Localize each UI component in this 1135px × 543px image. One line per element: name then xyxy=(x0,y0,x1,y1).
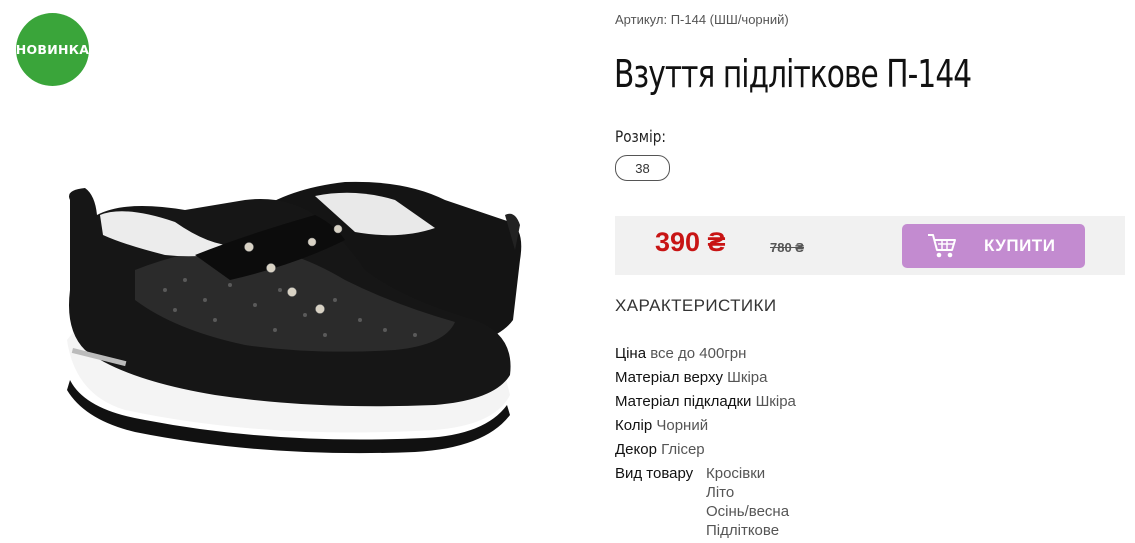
shoe-image xyxy=(67,181,522,454)
product-image[interactable] xyxy=(15,0,585,488)
spec-value: Чорний xyxy=(656,417,709,434)
product-title: Взуття підліткове П-144 xyxy=(614,52,972,96)
spec-value-list: Кросівки Літо Осінь/весна Підліткове xyxy=(706,462,789,540)
spec-row: Декор Глісер xyxy=(615,438,796,462)
buy-button-label: КУПИТИ xyxy=(984,236,1056,255)
spec-key: Колір xyxy=(615,417,653,434)
size-option-38[interactable]: 38 xyxy=(615,155,670,181)
price-bar: 390 ₴ 780 ₴ КУПИТИ xyxy=(615,216,1125,275)
spec-row: Матеріал верху Шкіра xyxy=(615,366,796,390)
spec-row: Колір Чорний xyxy=(615,414,796,438)
specs-list: Ціна все до 400грн Матеріал верху Шкіра … xyxy=(615,342,796,539)
new-badge: НОВИНКА xyxy=(16,13,89,86)
spec-value: Підліткове xyxy=(706,522,780,539)
spec-value: Шкіра xyxy=(727,369,768,386)
current-price: 390 ₴ xyxy=(655,227,726,257)
product-sku: Артикул: П-144 (ШШ/чорний) xyxy=(615,12,789,27)
spec-key: Вид товару xyxy=(615,465,694,482)
spec-value: Глісер xyxy=(661,441,705,458)
size-label: Розмір: xyxy=(615,127,667,146)
spec-row: Матеріал підкладки Шкіра xyxy=(615,390,796,414)
old-price: 780 ₴ xyxy=(770,240,804,255)
spec-key: Матеріал верху xyxy=(615,369,723,386)
spec-value: Шкіра xyxy=(755,393,796,410)
spec-value: Кросівки xyxy=(706,465,766,482)
spec-key: Ціна xyxy=(615,345,647,362)
shopping-cart-icon xyxy=(928,234,956,258)
spec-key: Декор xyxy=(615,441,657,458)
spec-value: Осінь/весна xyxy=(706,503,790,520)
spec-key: Матеріал підкладки xyxy=(615,393,752,410)
specs-heading: ХАРАКТЕРИСТИКИ xyxy=(615,296,777,315)
buy-button[interactable]: КУПИТИ xyxy=(902,224,1085,268)
spec-value: Літо xyxy=(706,484,735,501)
spec-row: Ціна все до 400грн xyxy=(615,342,796,366)
spec-row: Вид товару Кросівки Літо Осінь/весна Під… xyxy=(615,462,796,539)
spec-value: все до 400грн xyxy=(650,345,747,362)
